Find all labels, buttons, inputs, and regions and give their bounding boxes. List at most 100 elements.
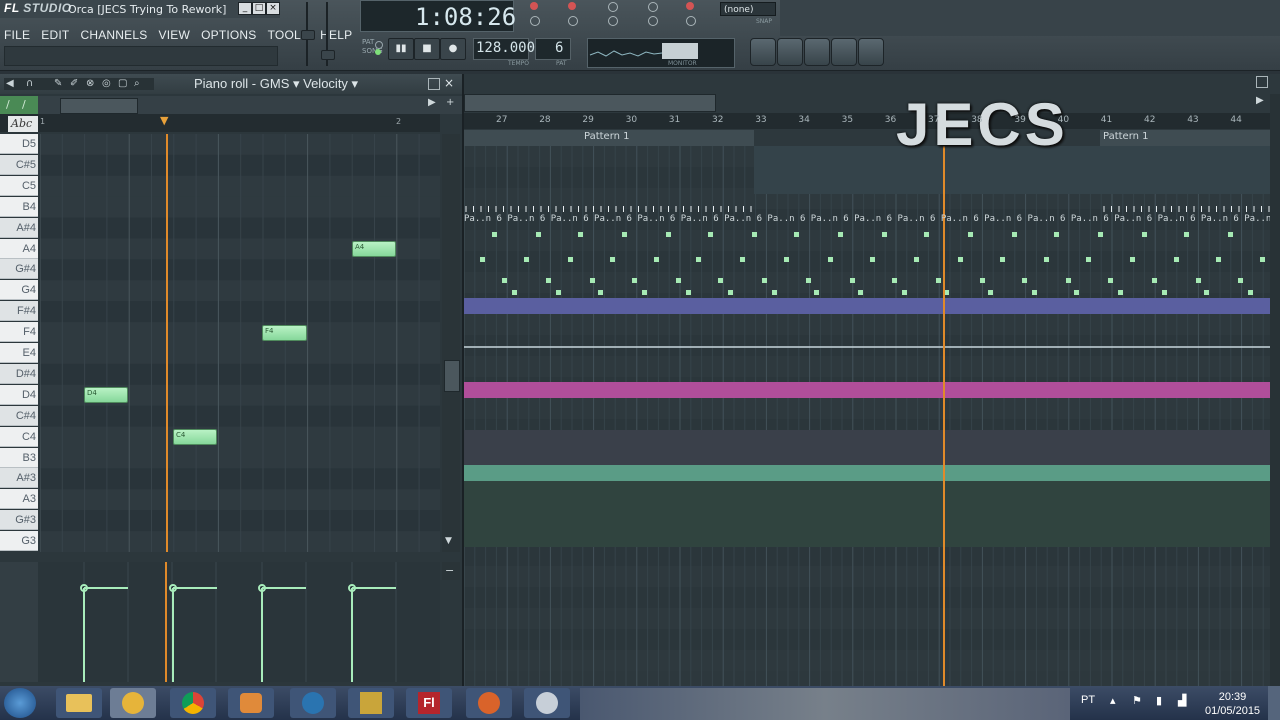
pause-button[interactable]: ▮▮ (388, 38, 414, 60)
playlist-vertical-scrollbar[interactable] (1270, 94, 1280, 686)
fl-studio-taskbar-icon[interactable] (110, 688, 156, 718)
piano-key-gs4[interactable]: G#4 (0, 259, 38, 280)
brush-tool-icon[interactable]: ✐ (70, 78, 78, 89)
pencil-tool-icon[interactable]: ✎ (54, 78, 62, 89)
piano-roll-ruler[interactable]: 1 2 ▼ (0, 114, 440, 132)
automation-clip-green[interactable] (464, 465, 1270, 481)
song-mode-led[interactable] (375, 49, 381, 55)
step-edit-led[interactable] (568, 16, 578, 26)
stop-button[interactable]: ■ (414, 38, 440, 60)
piano-key-cs4[interactable]: C#4 (0, 405, 38, 426)
zoom-tool-icon[interactable]: ⌕ (134, 78, 140, 89)
start-button-icon[interactable] (4, 688, 36, 718)
media-player-taskbar-icon[interactable] (228, 688, 274, 718)
playlist-scroll-thumb[interactable] (464, 94, 716, 112)
piano-roll-grid[interactable]: A4 F4 D4 C4 (40, 134, 440, 552)
piano-key-d4[interactable]: D4 (0, 384, 38, 405)
menu-file[interactable]: FILE (4, 28, 30, 42)
record-button[interactable]: ● (440, 38, 466, 60)
piano-roll-close-icon[interactable]: × (444, 76, 454, 90)
menu-options[interactable]: OPTIONS (201, 28, 256, 42)
vertical-scroll-thumb[interactable] (444, 360, 460, 392)
velocity-panel-collapse[interactable]: − (442, 562, 460, 580)
metronome-led[interactable] (530, 2, 538, 10)
step-sequencer-button[interactable] (777, 38, 803, 66)
note-c4[interactable]: C4 (173, 429, 217, 445)
piano-key-ds4[interactable]: D#4 (0, 363, 38, 384)
velocity-panel[interactable] (0, 562, 440, 682)
playlist-scroll-right-icon[interactable]: ▶ (1256, 95, 1264, 106)
blend-notes-led[interactable] (608, 2, 618, 12)
piano-key-d5[interactable]: D5 (0, 134, 38, 154)
piano-key-b3[interactable]: B3 (0, 447, 38, 468)
piano-roll-vertical-scrollbar[interactable]: ▼ (442, 134, 460, 552)
scroll-led[interactable] (686, 16, 696, 26)
zoom-in-icon[interactable]: + (446, 97, 454, 108)
loop-record-led[interactable] (648, 16, 658, 26)
piano-key-as3[interactable]: A#3 (0, 468, 38, 489)
piano-key-b4[interactable]: B4 (0, 196, 38, 217)
master-pitch-fader[interactable] (321, 50, 335, 60)
horizontal-scroll-thumb[interactable] (60, 98, 138, 114)
master-volume-fader[interactable] (301, 30, 315, 40)
explorer-taskbar-icon[interactable] (56, 688, 102, 718)
multilink-led[interactable] (648, 2, 658, 12)
tray-expand-icon[interactable]: ▴ (1110, 694, 1116, 707)
note-f4[interactable]: F4 (262, 325, 307, 341)
pat-mode-led[interactable] (375, 41, 383, 49)
automation-clip-blue[interactable] (464, 298, 1270, 314)
minimize-button[interactable]: _ (238, 2, 252, 15)
action-center-icon[interactable]: ⚑ (1132, 694, 1142, 707)
app-taskbar-icon-9[interactable] (524, 688, 570, 718)
recording-led[interactable] (686, 2, 694, 10)
piano-key-a4[interactable]: A4 (0, 238, 38, 259)
delete-tool-icon[interactable]: ⊗ (86, 78, 94, 89)
maximize-button[interactable]: □ (252, 2, 266, 15)
piano-key-as4[interactable]: A#4 (0, 217, 38, 238)
network-icon[interactable]: ▟ (1178, 694, 1186, 707)
note-d4[interactable]: D4 (84, 387, 128, 403)
app-taskbar-icon-8[interactable] (466, 688, 512, 718)
language-indicator[interactable]: PT (1081, 694, 1095, 706)
piano-key-fs4[interactable]: F#4 (0, 301, 38, 322)
flash-taskbar-icon[interactable]: Fl (406, 688, 452, 718)
playlist-window-button[interactable] (750, 38, 776, 66)
select-tool-icon[interactable]: ▢ (118, 78, 127, 89)
piano-key-g4[interactable]: G4 (0, 280, 38, 301)
piano-key-f4[interactable]: F4 (0, 322, 38, 343)
app-taskbar-icon-5[interactable] (290, 688, 336, 718)
scroll-down-icon[interactable]: ▼ (445, 536, 452, 546)
piano-key-cs5[interactable]: C#5 (0, 154, 38, 175)
piano-key-c5[interactable]: C5 (0, 175, 38, 196)
piano-key-g3[interactable]: G3 (0, 531, 38, 552)
system-clock[interactable]: 20:39 01/05/2015 (1205, 690, 1260, 718)
menu-view[interactable]: VIEW (159, 28, 190, 42)
snap-selector[interactable]: (none) (720, 2, 776, 16)
key-labels-toggle[interactable]: Abc (8, 116, 38, 132)
piano-roll-maximize-icon[interactable] (428, 78, 440, 90)
piano-roll-button[interactable] (804, 38, 830, 66)
browser-button[interactable] (831, 38, 857, 66)
pattern-selector[interactable] (535, 38, 571, 60)
typing-keyboard-led[interactable] (608, 16, 618, 26)
scroll-right-icon[interactable]: ▶ (428, 97, 436, 108)
piano-key-e4[interactable]: E4 (0, 343, 38, 363)
piano-key-c4[interactable]: C4 (0, 426, 38, 447)
menu-channels[interactable]: CHANNELS (80, 28, 147, 42)
playhead-marker-icon[interactable]: ▼ (160, 114, 168, 127)
chrome-taskbar-icon[interactable] (170, 688, 216, 718)
menu-help[interactable]: HELP (320, 28, 352, 42)
piano-key-gs3[interactable]: G#3 (0, 510, 38, 531)
piano-roll-title[interactable]: Piano roll - GMS ▾ Velocity ▾ (194, 76, 358, 92)
show-desktop-button[interactable] (1268, 686, 1280, 720)
battery-icon[interactable]: ▮ (1156, 694, 1162, 707)
automation-clip-pink[interactable] (464, 382, 1270, 398)
note-a4[interactable]: A4 (352, 241, 396, 257)
playlist-maximize-icon[interactable] (1256, 76, 1268, 88)
arrow-tool-icon[interactable]: ◀ (6, 78, 14, 89)
countdown-led[interactable] (568, 2, 576, 10)
piano-key-a3[interactable]: A3 (0, 489, 38, 510)
collapse-icon[interactable]: − (445, 564, 454, 577)
close-button[interactable]: × (266, 2, 280, 15)
studio-taskbar-icon[interactable] (348, 688, 394, 718)
